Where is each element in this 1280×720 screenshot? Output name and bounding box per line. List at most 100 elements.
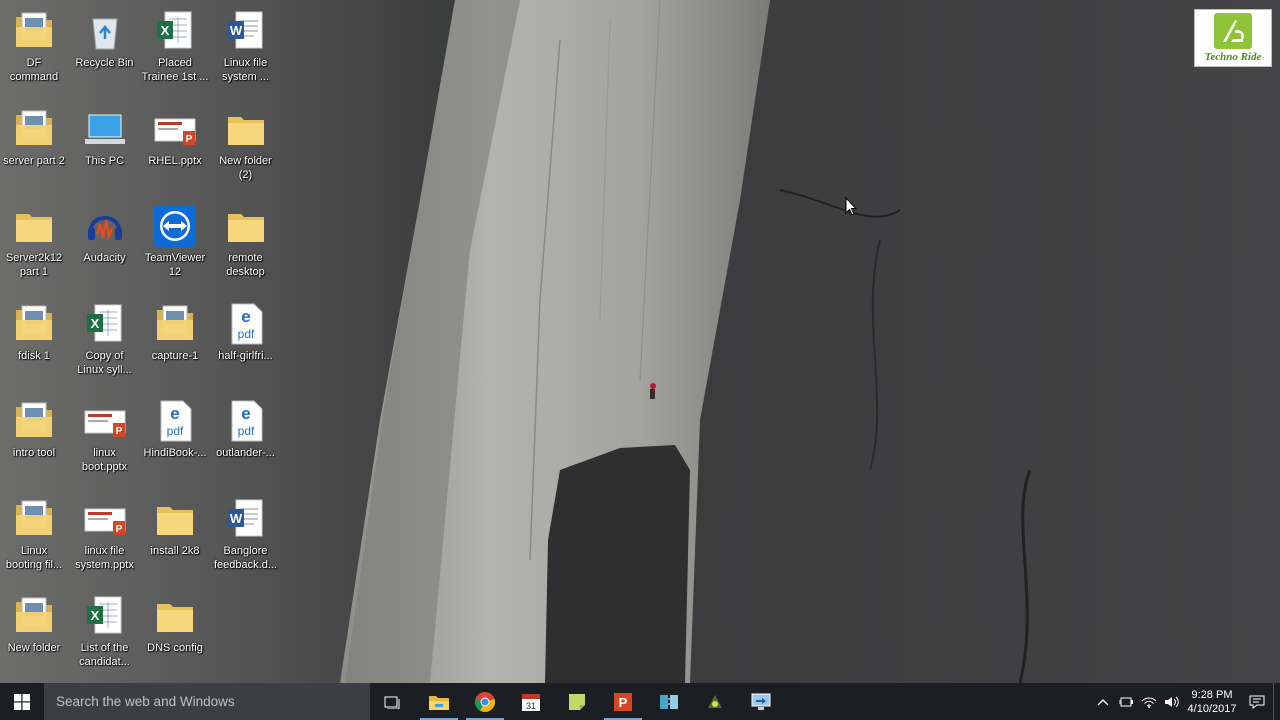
desktop-icon[interactable]: remote desktop [211, 198, 281, 294]
desktop-icon[interactable]: Audacity [70, 198, 140, 294]
folder-icon [12, 204, 56, 248]
desktop-icon-label: Copy of Linux syll... [77, 349, 132, 376]
taskbar-app-calendar[interactable]: 31 [508, 683, 554, 720]
svg-text:W: W [229, 511, 242, 526]
folder-icon [224, 107, 268, 151]
svg-text:P: P [619, 695, 628, 710]
powerpoint-icon: P [613, 692, 633, 712]
folder-icon [153, 594, 197, 638]
desktop-icon[interactable]: X Copy of Linux syll... [70, 296, 140, 392]
logo-text: Techno Ride [1204, 51, 1262, 63]
svg-text:X: X [90, 608, 99, 623]
folder-doc-icon [12, 497, 56, 541]
system-tray: 9:28 PM 4/10/2017 [1091, 683, 1280, 720]
desktop-icon-label: New folder [7, 642, 61, 654]
taskbar-clock[interactable]: 9:28 PM 4/10/2017 [1183, 688, 1241, 716]
taskbar-app-sticky-notes[interactable] [554, 683, 600, 720]
desktop-icon[interactable]: X List of the candidat... [70, 588, 140, 684]
folder-doc-icon [12, 107, 56, 151]
desktop-icon[interactable]: W Linux file system ... [211, 3, 281, 99]
svg-text:P: P [186, 134, 193, 145]
techno-ride-logo: Techno Ride [1194, 9, 1272, 67]
taskbar-apps: 31 P [370, 683, 784, 720]
word-icon: W [224, 497, 268, 541]
desktop-icon[interactable]: W Banglore feedback.d... [211, 491, 281, 587]
desktop-icon[interactable]: install 2k8 [140, 491, 210, 587]
desktop-icon-label: TeamViewer 12 [144, 252, 206, 278]
taskbar-app-powerpoint[interactable]: P [600, 683, 646, 720]
clock-time: 9:28 PM [1191, 688, 1233, 701]
desktop-icon[interactable]: Server2k12 part 1 [0, 198, 69, 294]
svg-text:W: W [229, 23, 242, 38]
powerpoint-icon: P [83, 399, 127, 443]
volume-button[interactable] [1160, 683, 1183, 720]
desktop-icon[interactable]: Plinux file system.pptx [70, 491, 140, 587]
edge-pdf-icon: e pdf [224, 302, 268, 346]
desktop-icon[interactable]: DNS config [140, 588, 210, 684]
desktop-icon-label: Placed Trainee 1st ... [141, 57, 209, 83]
desktop-icon-label: List of the candidat... [79, 642, 130, 668]
desktop-icon[interactable]: New folder (2) [211, 101, 281, 197]
desktop-icon[interactable]: server part 2 [0, 101, 69, 197]
desktop-icon-label: This PC [84, 154, 125, 167]
desktop-icon[interactable]: DF command [0, 3, 69, 99]
svg-text:P: P [115, 426, 122, 437]
desktop-icon[interactable]: intro tool [0, 393, 69, 489]
desktop-icon[interactable]: e pdf HindiBook-... [140, 393, 210, 489]
taskbar-app-chrome[interactable] [462, 683, 508, 720]
edge-pdf-icon: e pdf [224, 399, 268, 443]
mouse-pointer-icon [845, 197, 857, 216]
search-placeholder: Search the web and Windows [56, 694, 235, 709]
taskbar-app-remote-desktop[interactable] [738, 683, 784, 720]
desktop-icon[interactable]: Linux booting fil... [0, 491, 69, 587]
sticky-notes-icon [567, 692, 587, 712]
power-icon [1118, 697, 1133, 706]
desktop-icon[interactable]: TeamViewer 12 [140, 198, 210, 294]
folder-doc-icon [153, 302, 197, 346]
desktop-icon[interactable]: capture-1 [140, 296, 210, 392]
desktop-icon-label: install 2k8 [150, 544, 200, 557]
audacity-icon [83, 204, 127, 248]
desktop-icon[interactable]: Recycle Bin [70, 3, 140, 99]
desktop-icon[interactable]: Plinux boot.pptx [70, 393, 140, 489]
folder-icon [224, 204, 268, 248]
action-center-button[interactable] [1241, 683, 1273, 720]
search-input[interactable]: Search the web and Windows [44, 683, 370, 720]
start-button[interactable] [0, 683, 44, 720]
desktop-icon[interactable]: P RHEL.pptx [140, 101, 210, 197]
logo-mark-icon [1214, 13, 1252, 49]
svg-text:pdf: pdf [237, 424, 254, 438]
remote-desktop-icon [750, 692, 772, 712]
excel-icon: X [83, 594, 127, 638]
folder-doc-icon [12, 594, 56, 638]
teamviewer-icon [153, 204, 197, 248]
svg-text:pdf: pdf [237, 327, 254, 341]
taskbar-app-task-view[interactable] [370, 683, 416, 720]
windows-logo-icon [14, 693, 30, 710]
show-hidden-icons-button[interactable] [1091, 683, 1114, 720]
taskbar-app-file-explorer[interactable] [416, 683, 462, 720]
desktop-icon-label: DNS config [147, 642, 203, 654]
desktop-icon[interactable]: X Placed Trainee 1st ... [140, 3, 210, 99]
excel-icon: X [83, 302, 127, 346]
notification-icon [1249, 695, 1265, 709]
task-view-icon [384, 695, 402, 709]
desktop-icon[interactable]: New folder [0, 588, 69, 684]
power-status-button[interactable] [1114, 683, 1137, 720]
desktop-icon[interactable]: fdisk 1 [0, 296, 69, 392]
desktop-icon-label: remote desktop [226, 252, 265, 278]
clock-date: 4/10/2017 [1187, 702, 1237, 715]
folder-icon [153, 497, 197, 541]
desktop-icon[interactable]: e pdf outlander-... [211, 393, 281, 489]
taskbar-app-network-tool[interactable] [646, 683, 692, 720]
chrome-icon [474, 691, 496, 713]
svg-text:X: X [90, 316, 99, 331]
desktop-icon[interactable]: e pdf half-girlfri... [211, 296, 281, 392]
folder-doc-icon [12, 399, 56, 443]
taskbar-app-media[interactable] [692, 683, 738, 720]
show-desktop-button[interactable] [1273, 683, 1280, 720]
desktop-icon[interactable]: This PC [70, 101, 140, 197]
chevron-up-icon [1097, 698, 1108, 705]
network-button[interactable] [1137, 683, 1160, 720]
powerpoint-icon: P [83, 497, 127, 541]
